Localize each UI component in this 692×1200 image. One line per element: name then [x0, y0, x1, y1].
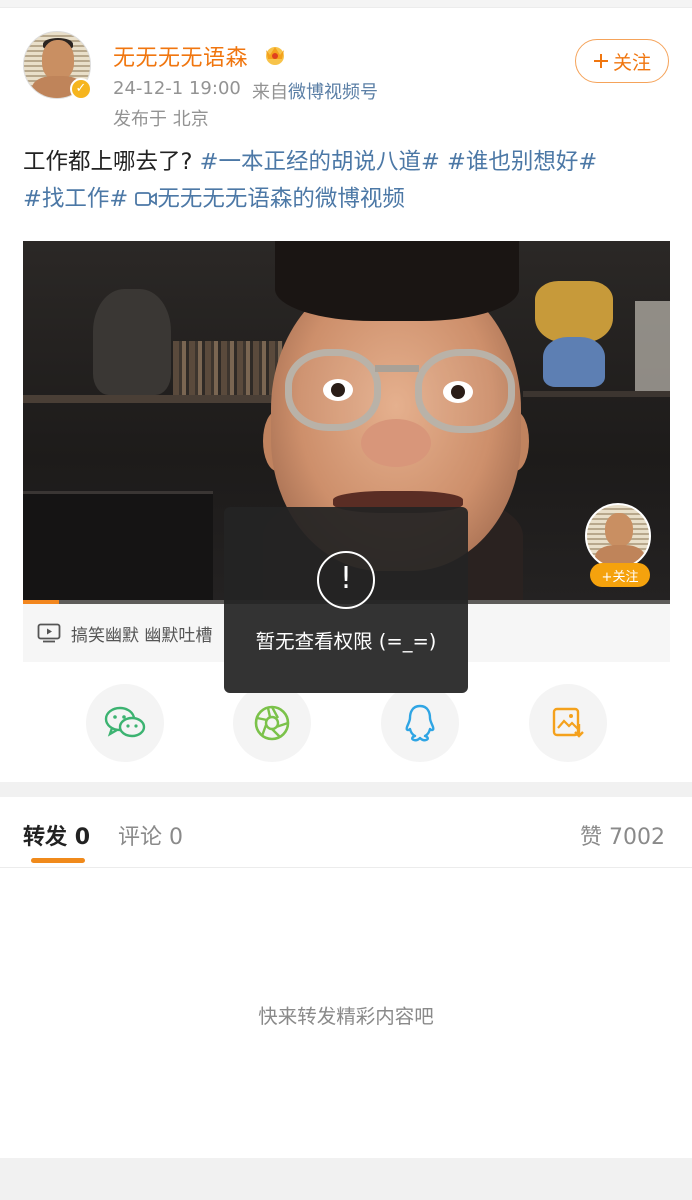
post-location: 发布于 北京: [113, 109, 209, 130]
follow-button[interactable]: 关注: [575, 39, 669, 83]
crown-icon: [266, 47, 284, 65]
tab-repost-count: 0: [74, 825, 90, 850]
hashtag-link[interactable]: #一本正经的胡说八道#: [200, 149, 440, 175]
share-wechat-button[interactable]: [86, 684, 164, 762]
verified-badge-icon: ✓: [70, 78, 92, 100]
exclamation-icon: !: [317, 551, 375, 609]
tab-repost[interactable]: 转发 0: [23, 819, 90, 851]
video-link-label: 无无无无语森的微博视频: [157, 186, 405, 212]
bottom-bar: [0, 1158, 692, 1200]
permission-toast: ! 暂无查看权限 (=_=): [224, 507, 468, 693]
hashtag-link[interactable]: #找工作#: [23, 186, 128, 212]
video-camera-icon: [135, 192, 158, 206]
toast-message: 暂无查看权限 (=_=): [255, 630, 437, 653]
video-link[interactable]: 无无无无语森的微博视频: [135, 186, 405, 212]
save-image-icon: [552, 707, 584, 738]
section-divider: [0, 782, 692, 797]
share-moments-button[interactable]: [233, 684, 311, 762]
hashtag-link[interactable]: #谁也别想好#: [447, 149, 597, 175]
share-qq-button[interactable]: [381, 684, 459, 762]
tab-like-label: 赞: [580, 825, 603, 850]
post-text: 工作都上哪去了? #一本正经的胡说八道# #谁也别想好# #找工作# 无无无无语…: [23, 144, 673, 218]
post-source: 来自微博视频号: [252, 78, 378, 104]
video-tags-text: 搞笑幽默 幽默吐槽: [71, 625, 213, 646]
post-source-link[interactable]: 微博视频号: [288, 82, 378, 103]
tab-comment[interactable]: 评论 0: [118, 819, 183, 851]
empty-state-message: 快来转发精彩内容吧: [258, 1005, 434, 1028]
tab-comment-count: 0: [169, 825, 184, 850]
moments-icon: [254, 705, 290, 741]
post-time: 24-12-1 19:00: [113, 78, 241, 99]
qq-icon: [405, 704, 435, 742]
active-tab-indicator: [31, 858, 85, 863]
tv-icon: [37, 623, 61, 643]
video-author-avatar[interactable]: [585, 503, 651, 569]
video-follow-button[interactable]: +关注: [590, 563, 650, 587]
follow-button-label: 关注: [612, 51, 651, 74]
save-image-button[interactable]: [529, 684, 607, 762]
tab-repost-label: 转发: [23, 825, 68, 850]
tab-comment-label: 评论: [118, 825, 163, 850]
top-divider: [0, 0, 692, 8]
author-name[interactable]: 无无无无语森: [113, 40, 248, 72]
plus-icon: [593, 54, 608, 68]
post-text-plain: 工作都上哪去了?: [23, 149, 193, 175]
tabs-divider: [0, 867, 692, 868]
wechat-icon: [104, 706, 146, 738]
post-source-prefix: 来自: [252, 82, 288, 103]
tab-like-count: 7002: [609, 825, 666, 850]
tab-like[interactable]: 赞 7002: [580, 819, 665, 851]
